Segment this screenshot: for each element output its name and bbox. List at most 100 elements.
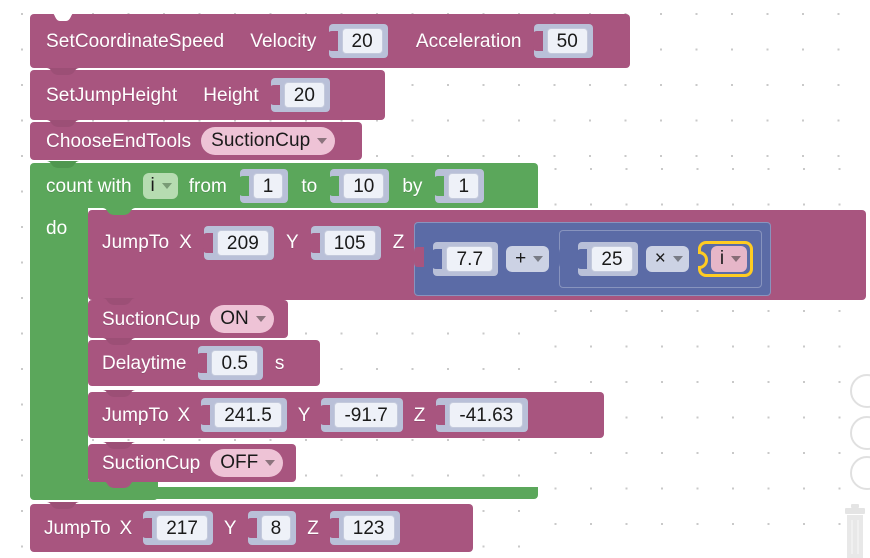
jump2-x-socket[interactable]: 241.5 [200, 398, 287, 432]
block-set-coordinate-speed[interactable]: SetCoordinateSpeed Velocity 20 Accelerat… [30, 13, 630, 68]
count-with-label: count with [46, 175, 132, 197]
chevron-down-icon [255, 316, 266, 322]
jump2-z-label: Z [413, 404, 426, 426]
chevron-down-icon [265, 460, 276, 466]
jump1-y-label: Y [285, 232, 299, 253]
acceleration-label: Acceleration [415, 30, 522, 52]
jump3-y-socket[interactable]: 8 [246, 511, 297, 545]
acceleration-input[interactable]: 50 [546, 28, 588, 54]
chevron-down-icon [161, 183, 172, 189]
acceleration-socket[interactable]: 50 [532, 24, 593, 58]
to-input[interactable]: 10 [343, 173, 385, 199]
jump2-z-input[interactable]: -41.63 [449, 402, 524, 428]
jump3-x-socket[interactable]: 217 [142, 511, 213, 545]
jump2-y-input[interactable]: -91.7 [334, 402, 398, 428]
blockly-workspace[interactable]: SetCoordinateSpeed Velocity 20 Accelerat… [0, 0, 870, 558]
math-multiply-operand-a-socket[interactable]: 25 [577, 242, 638, 276]
by-label: by [402, 175, 423, 197]
zoom-out-icon[interactable] [850, 456, 870, 490]
jump2-x-label: X [177, 404, 191, 426]
velocity-socket[interactable]: 20 [327, 24, 388, 58]
block-label-delaytime: Delaytime [102, 352, 187, 374]
math-add-operand-a-input[interactable]: 7.7 [446, 246, 494, 272]
block-label-set-jump-height: SetJumpHeight [46, 84, 178, 106]
block-label-set-coordinate-speed: SetCoordinateSpeed [46, 30, 225, 52]
jump1-x-socket[interactable]: 209 [202, 226, 274, 260]
math-add-operand-a-socket[interactable]: 7.7 [432, 242, 499, 276]
count-loop-header: count with i from 1 to 10 by 1 [30, 163, 486, 209]
suction-cup-on-value: ON [220, 308, 249, 329]
center-icon[interactable] [850, 374, 870, 408]
zoom-controls[interactable] [846, 374, 870, 494]
to-label: to [301, 175, 318, 197]
block-label-jump-to-2: JumpTo [102, 404, 169, 426]
jump1-z-label: Z [392, 232, 405, 253]
block-label-jump-to-1: JumpTo [102, 232, 170, 253]
chevron-down-icon [731, 256, 742, 262]
chevron-down-icon [317, 138, 328, 144]
by-socket[interactable]: 1 [434, 169, 485, 203]
jump3-y-input[interactable]: 8 [260, 515, 292, 541]
suction-cup-off-value: OFF [220, 452, 259, 473]
from-input[interactable]: 1 [252, 173, 284, 199]
jump3-x-input[interactable]: 217 [156, 515, 208, 541]
math-multiply-operand-a-input[interactable]: 25 [591, 246, 633, 272]
jump3-x-label: X [119, 517, 133, 539]
block-choose-end-tools[interactable]: ChooseEndTools SuctionCup [30, 120, 362, 160]
delaytime-unit-label: s [274, 352, 285, 374]
block-label-suction-cup-off: SuctionCup [102, 452, 201, 474]
height-socket[interactable]: 20 [269, 78, 331, 112]
math-multiply-block[interactable]: 25 × i [559, 230, 763, 288]
chevron-down-icon [672, 256, 683, 262]
jump2-x-input[interactable]: 241.5 [214, 402, 282, 428]
jump2-y-label: Y [297, 404, 311, 426]
loop-variable-value: i [150, 175, 155, 196]
math-add-operator-dropdown[interactable]: + [506, 246, 550, 272]
math-multiply-operator-value: × [654, 248, 666, 269]
height-label: Height [203, 84, 259, 106]
end-tool-dropdown[interactable]: SuctionCup [201, 127, 336, 155]
math-add-operator-value: + [515, 248, 527, 269]
block-jump-to-1[interactable]: JumpTo X 209 Y 105 Z 7.7 + 25 × i [88, 208, 866, 300]
velocity-label: Velocity [250, 30, 317, 52]
chevron-down-icon [533, 256, 544, 262]
from-label: from [188, 175, 227, 197]
block-suction-cup-on[interactable]: SuctionCup ON [88, 298, 288, 338]
delaytime-input[interactable]: 0.5 [211, 350, 258, 376]
block-label-jump-to-3: JumpTo [44, 517, 111, 539]
block-jump-to-2[interactable]: JumpTo X 241.5 Y -91.7 Z -41.63 [88, 390, 604, 438]
variable-i-dropdown[interactable]: i [710, 246, 748, 272]
by-input[interactable]: 1 [448, 173, 480, 199]
math-add-block[interactable]: 7.7 + 25 × i [414, 222, 772, 296]
jump1-y-socket[interactable]: 105 [309, 226, 381, 260]
end-tool-dropdown-value: SuctionCup [211, 130, 311, 151]
block-set-jump-height[interactable]: SetJumpHeight Height 20 [30, 68, 385, 120]
variable-i-block-selected[interactable]: i [697, 241, 754, 277]
from-socket[interactable]: 1 [238, 169, 289, 203]
jump1-y-input[interactable]: 105 [323, 230, 376, 256]
jump3-z-label: Z [307, 517, 319, 539]
jump2-z-socket[interactable]: -41.63 [435, 398, 529, 432]
height-input[interactable]: 20 [283, 82, 326, 108]
jump1-x-input[interactable]: 209 [216, 230, 269, 256]
jump2-y-socket[interactable]: -91.7 [320, 398, 403, 432]
suction-cup-off-dropdown[interactable]: OFF [210, 449, 284, 477]
block-suction-cup-off[interactable]: SuctionCup OFF [88, 442, 296, 482]
jump3-z-socket[interactable]: 123 [328, 511, 400, 545]
zoom-in-icon[interactable] [850, 416, 870, 450]
jump3-z-input[interactable]: 123 [342, 515, 395, 541]
jump1-x-label: X [179, 232, 192, 253]
variable-i-value: i [719, 248, 725, 269]
loop-bottom-bar [30, 480, 158, 500]
velocity-input[interactable]: 20 [341, 28, 383, 54]
loop-variable-dropdown[interactable]: i [142, 173, 178, 199]
math-multiply-operator-dropdown[interactable]: × [645, 246, 689, 272]
trash-icon[interactable] [842, 500, 868, 558]
do-label: do [46, 218, 68, 239]
delaytime-socket[interactable]: 0.5 [197, 346, 263, 380]
block-jump-to-3[interactable]: JumpTo X 217 Y 8 Z 123 [30, 502, 473, 552]
suction-cup-on-dropdown[interactable]: ON [210, 305, 274, 333]
to-socket[interactable]: 10 [329, 169, 390, 203]
block-delaytime[interactable]: Delaytime 0.5 s [88, 338, 320, 386]
jump3-y-label: Y [223, 517, 237, 539]
